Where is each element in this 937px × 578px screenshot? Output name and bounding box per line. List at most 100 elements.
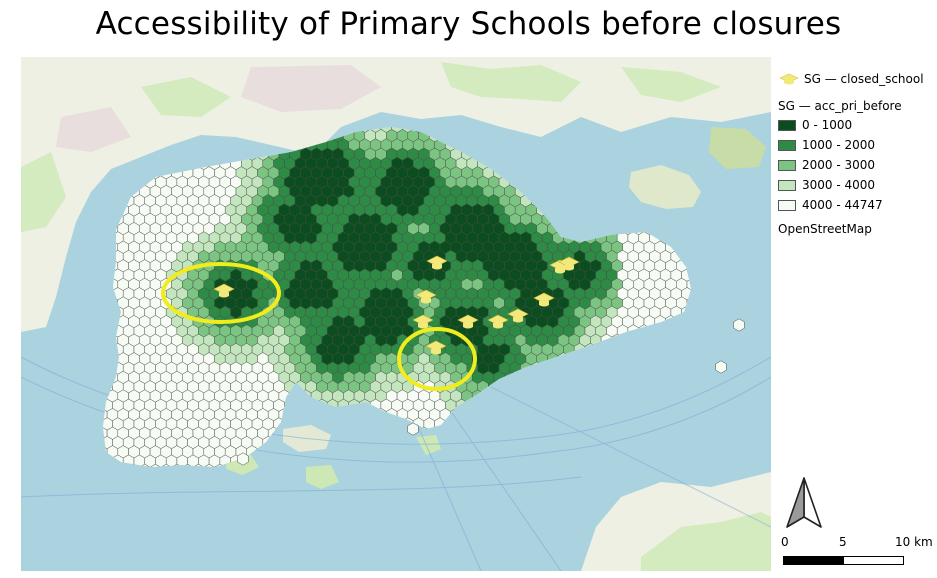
hex-cell xyxy=(665,147,677,161)
hex-cell xyxy=(155,492,166,504)
hex-cell xyxy=(569,520,580,532)
hex-cell xyxy=(633,426,645,440)
hex-cell xyxy=(424,474,435,486)
hex-cell xyxy=(471,129,484,143)
hex-cell xyxy=(643,445,656,459)
hex-cell xyxy=(172,483,183,495)
hex-cell xyxy=(698,167,709,179)
hex-cell xyxy=(263,511,274,523)
hex-cell xyxy=(86,501,97,513)
hex-cell xyxy=(541,417,554,431)
hex-cell xyxy=(628,474,639,486)
hex-cell xyxy=(188,529,199,541)
hex-cell xyxy=(86,464,97,476)
hex-cell xyxy=(86,390,97,402)
hex-cell xyxy=(317,511,328,523)
hex-cell xyxy=(241,529,252,541)
hex-cell xyxy=(477,138,489,152)
hex-cell xyxy=(520,175,532,189)
legend-class-2: 1000 - 2000 xyxy=(778,138,875,152)
hex-cell xyxy=(311,520,322,532)
hex-cell xyxy=(247,501,258,513)
hex-cell xyxy=(348,417,360,431)
hex-cell xyxy=(103,361,113,375)
hex-cell xyxy=(552,380,564,394)
hex-cell xyxy=(568,370,580,384)
hex-cell xyxy=(268,520,279,532)
hex-cell xyxy=(343,445,355,459)
hex-cell xyxy=(692,399,703,411)
hex-cell xyxy=(391,454,403,467)
hex-cell xyxy=(225,501,236,513)
scale-segment-white xyxy=(843,556,904,565)
hex-cell xyxy=(353,426,366,440)
hex-cell xyxy=(467,492,478,504)
hex-cell xyxy=(360,511,371,523)
hex-cell xyxy=(139,501,150,513)
hex-cell xyxy=(483,520,494,532)
hex-cell xyxy=(698,260,709,272)
hex-cell xyxy=(558,483,569,495)
hex-cell xyxy=(670,138,682,152)
hex-cell xyxy=(423,127,435,133)
hex-cell xyxy=(274,474,285,486)
hex-cell xyxy=(525,184,537,198)
hex-cell xyxy=(86,204,97,216)
hex-cell xyxy=(579,352,591,366)
hex-cell xyxy=(219,138,231,152)
hex-cell xyxy=(541,436,554,449)
hex-cell xyxy=(681,361,691,375)
hex-cell xyxy=(525,463,537,467)
hex-cell xyxy=(633,445,645,459)
hex-cell xyxy=(515,520,526,532)
hex-cell xyxy=(568,184,580,198)
hex-cell xyxy=(434,127,446,133)
hex-cell xyxy=(198,529,209,541)
hex-cell xyxy=(670,380,682,394)
hex-cell xyxy=(536,445,548,459)
hex-cell xyxy=(396,426,409,440)
hex-cell xyxy=(595,212,607,226)
hex-cell xyxy=(514,147,527,161)
hex-cell xyxy=(670,157,682,170)
hex-cell xyxy=(106,203,119,217)
hex-cell xyxy=(96,501,107,513)
hex-cell xyxy=(106,352,119,366)
hex-cell xyxy=(504,408,516,422)
hex-cell xyxy=(563,175,575,189)
hex-cell xyxy=(607,474,618,486)
hex-cell xyxy=(440,539,451,551)
hex-cell xyxy=(279,520,290,532)
hex-cell xyxy=(649,380,661,394)
hex-cell xyxy=(649,361,661,375)
hex-cell xyxy=(686,296,691,310)
hex-cell xyxy=(472,483,483,495)
hex-cell xyxy=(209,529,220,541)
hex-cell xyxy=(134,474,145,486)
hex-cell xyxy=(91,436,102,448)
hex-cell xyxy=(290,501,301,513)
hex-cell xyxy=(665,352,677,366)
map-canvas[interactable] xyxy=(21,57,771,571)
hex-cell xyxy=(419,483,430,495)
hex-cell xyxy=(462,501,473,513)
hex-cell xyxy=(638,398,650,412)
hex-cell xyxy=(91,269,102,281)
hex-cell xyxy=(504,463,516,467)
hex-cell xyxy=(386,463,398,467)
hex-cell xyxy=(509,380,521,394)
hex-cell xyxy=(509,138,521,152)
hex-cell xyxy=(172,501,183,513)
hex-cell xyxy=(692,418,703,430)
hex-cell xyxy=(386,426,398,440)
hex-cell xyxy=(317,529,328,541)
hex-cell xyxy=(611,147,623,161)
hex-cell xyxy=(402,474,413,486)
hex-cell xyxy=(580,520,591,532)
hex-cell xyxy=(381,474,392,486)
hex-cell xyxy=(600,463,613,467)
hex-cell xyxy=(103,463,108,467)
hex-cell xyxy=(520,157,532,170)
hex-cell xyxy=(413,529,424,541)
hex-cell xyxy=(241,492,252,504)
